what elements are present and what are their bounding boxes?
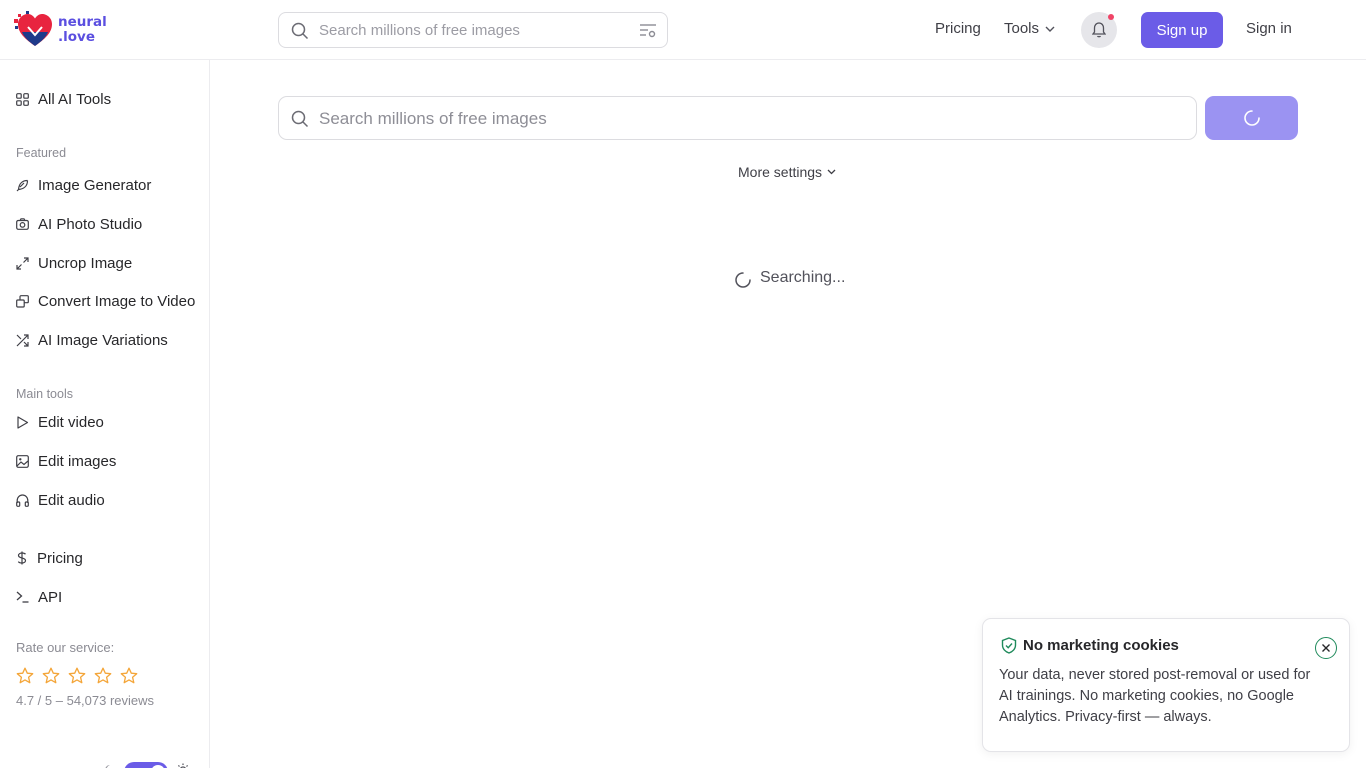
notification-dot bbox=[1108, 14, 1114, 20]
sidebar-item-label: Uncrop Image bbox=[38, 254, 133, 272]
shuffle-icon bbox=[16, 333, 29, 347]
sign-up-button[interactable]: Sign up bbox=[1141, 12, 1223, 48]
sidebar-item-label: AI Photo Studio bbox=[38, 215, 143, 233]
logo-text-line1: neural bbox=[58, 14, 107, 30]
sidebar-item-pricing[interactable]: Pricing bbox=[16, 546, 83, 570]
sidebar-item-label: Pricing bbox=[37, 549, 83, 567]
theme-toggle-row bbox=[16, 760, 196, 768]
sidebar-heading-featured: Featured bbox=[16, 146, 67, 160]
terminal-icon bbox=[16, 591, 29, 603]
star-icon[interactable] bbox=[120, 667, 138, 685]
star-icon[interactable] bbox=[68, 667, 86, 685]
sidebar-item-label: Edit images bbox=[38, 452, 117, 470]
headphones-icon bbox=[16, 493, 29, 507]
main-search-input[interactable] bbox=[319, 107, 1159, 131]
feather-icon bbox=[16, 179, 29, 191]
sidebar-item-label: Edit video bbox=[38, 413, 104, 431]
search-icon bbox=[291, 22, 309, 40]
search-submit-button[interactable] bbox=[1205, 96, 1298, 140]
camera-icon bbox=[16, 218, 29, 230]
theme-toggle-switch[interactable] bbox=[124, 762, 168, 768]
sidebar-item-ai-image-variations[interactable]: AI Image Variations bbox=[16, 328, 168, 352]
sidebar-item-edit-video[interactable]: Edit video bbox=[16, 410, 104, 434]
rating-stars bbox=[16, 667, 138, 685]
star-icon[interactable] bbox=[94, 667, 112, 685]
nav-pricing-link[interactable]: Pricing bbox=[935, 20, 981, 37]
sidebar-item-all-ai-tools[interactable]: All AI Tools bbox=[16, 87, 111, 111]
header-search-box bbox=[278, 12, 668, 48]
sun-icon bbox=[177, 763, 189, 768]
sidebar-item-edit-images[interactable]: Edit images bbox=[16, 449, 116, 473]
sidebar-item-label: Convert Image to Video bbox=[38, 292, 196, 310]
sidebar-item-label: API bbox=[38, 588, 63, 606]
chevron-down-icon bbox=[827, 169, 836, 175]
image-to-video-icon bbox=[16, 294, 29, 308]
more-settings-toggle[interactable]: More settings bbox=[738, 164, 836, 180]
main-search-box bbox=[278, 96, 1197, 140]
sidebar-item-convert-image-to-video[interactable]: Convert Image to Video bbox=[16, 289, 195, 313]
rate-service-label: Rate our service: bbox=[16, 640, 115, 655]
search-filter-icon[interactable] bbox=[639, 23, 657, 39]
search-status-text: Searching... bbox=[760, 269, 846, 286]
sidebar-item-label: All AI Tools bbox=[38, 90, 112, 108]
moon-icon bbox=[105, 765, 110, 768]
sidebar-item-api[interactable]: API bbox=[16, 585, 62, 609]
play-icon bbox=[17, 415, 29, 429]
loading-spinner-icon bbox=[735, 272, 751, 288]
cookie-notice: No marketing cookies Your data, never st… bbox=[982, 618, 1350, 752]
nav-tools-label: Tools bbox=[1004, 20, 1040, 37]
sidebar-heading-main-tools: Main tools bbox=[16, 387, 73, 401]
expand-icon bbox=[16, 256, 29, 270]
search-status: Searching... bbox=[734, 267, 845, 289]
sidebar-item-edit-audio[interactable]: Edit audio bbox=[16, 488, 105, 512]
sidebar-item-ai-photo-studio[interactable]: AI Photo Studio bbox=[16, 212, 142, 236]
more-settings-label: More settings bbox=[738, 164, 823, 180]
bell-icon bbox=[1092, 22, 1106, 38]
sign-in-link[interactable]: Sign in bbox=[1246, 20, 1292, 37]
cookie-notice-title: No marketing cookies bbox=[1023, 637, 1179, 654]
nav-tools-dropdown[interactable]: Tools bbox=[1004, 20, 1055, 37]
logo-text-line2: .love bbox=[58, 29, 95, 45]
sidebar-item-label: Edit audio bbox=[38, 491, 105, 509]
image-icon bbox=[16, 454, 29, 468]
loading-spinner-icon bbox=[1243, 110, 1260, 126]
sidebar-item-image-generator[interactable]: Image Generator bbox=[16, 173, 151, 197]
header-search-input[interactable] bbox=[319, 19, 619, 41]
star-icon[interactable] bbox=[42, 667, 60, 685]
cookie-notice-body: Your data, never stored post-removal or … bbox=[999, 667, 1311, 725]
grid-icon bbox=[16, 92, 29, 106]
chevron-down-icon bbox=[1045, 26, 1055, 32]
rating-summary: 4.7 / 5 – 54,073 reviews bbox=[16, 693, 155, 708]
notifications-button[interactable] bbox=[1081, 12, 1117, 48]
close-button[interactable] bbox=[1315, 637, 1337, 659]
neural-love-logo[interactable]: neural .love bbox=[14, 11, 114, 49]
dollar-icon bbox=[17, 551, 27, 565]
sidebar-item-label: Image Generator bbox=[38, 176, 152, 194]
heart-logo-icon bbox=[14, 11, 56, 49]
search-icon bbox=[291, 110, 309, 128]
sidebar: All AI Tools Featured Image Generator AI… bbox=[0, 60, 210, 768]
star-icon[interactable] bbox=[16, 667, 34, 685]
sidebar-item-uncrop-image[interactable]: Uncrop Image bbox=[16, 251, 132, 275]
top-bar: neural .love Pricing Tools Sign up Sign … bbox=[0, 0, 1366, 60]
shield-check-icon bbox=[1001, 637, 1017, 654]
close-icon bbox=[1322, 644, 1330, 652]
sidebar-item-label: AI Image Variations bbox=[38, 331, 168, 349]
